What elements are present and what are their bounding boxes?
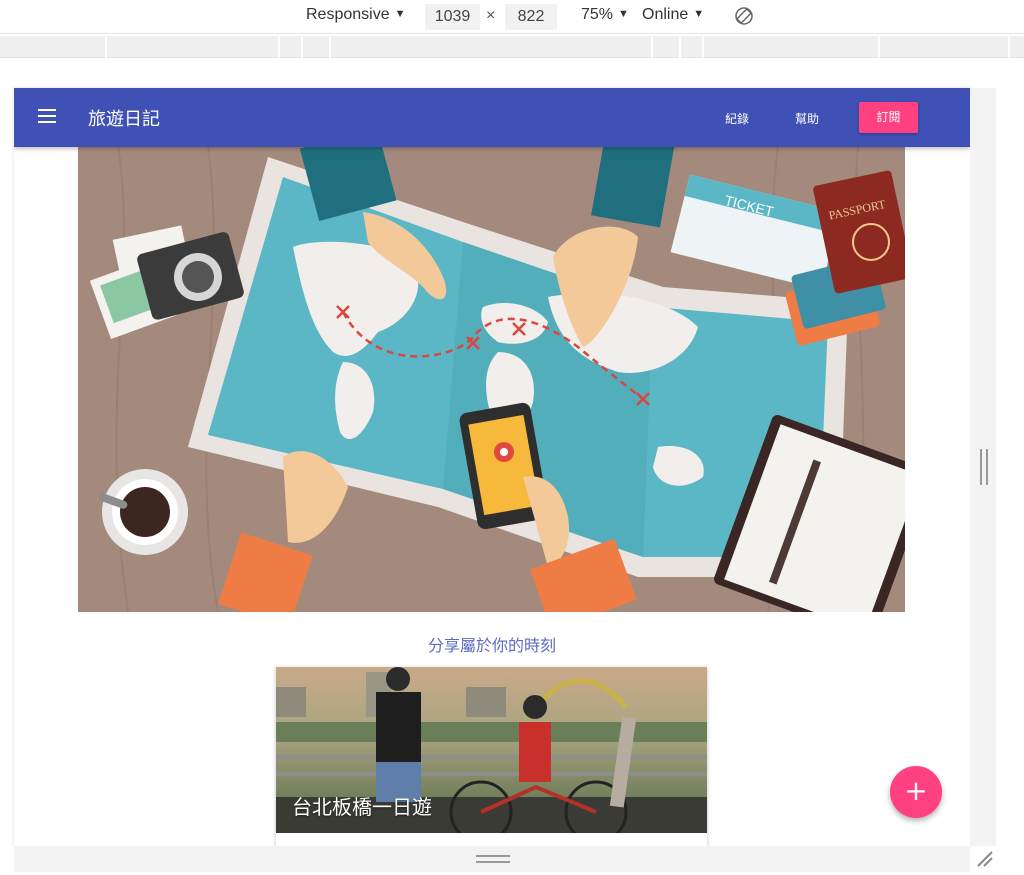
app-bar: 旅遊日記 紀錄 幫助 訂閱 <box>14 88 970 147</box>
nav-link-records[interactable]: 紀錄 <box>725 110 749 127</box>
caret-down-icon: ▼ <box>693 8 705 20</box>
device-selector[interactable]: Responsive ▼ <box>306 6 406 24</box>
zoom-selector[interactable]: 75% ▼ <box>581 6 629 24</box>
bottom-resize-handle[interactable] <box>476 855 510 863</box>
nav-link-help[interactable]: 幫助 <box>795 110 819 127</box>
zoom-label: 75% <box>581 6 614 23</box>
menu-icon[interactable] <box>38 109 56 123</box>
caret-down-icon: ▼ <box>394 8 406 20</box>
device-label: Responsive <box>306 6 390 23</box>
story-card[interactable]: 台北板橋一日遊 <box>276 667 707 846</box>
right-resize-handle[interactable] <box>980 449 988 485</box>
tagline: 分享屬於你的時刻 <box>427 636 556 655</box>
network-selector[interactable]: Online ▼ <box>642 6 704 24</box>
add-fab-button[interactable]: + <box>890 766 942 818</box>
page-viewport: 旅遊日記 紀錄 幫助 訂閱 TICKET PASSPORT 分享屬於你的時刻 台… <box>14 88 970 846</box>
card-title: 台北板橋一日遊 <box>292 795 432 819</box>
rotate-icon[interactable] <box>733 5 755 27</box>
corner-resize-handle-icon[interactable] <box>974 848 994 868</box>
width-input[interactable]: 1039 <box>425 4 480 30</box>
caret-down-icon: ▼ <box>618 8 629 20</box>
media-query-ruler <box>0 36 1024 58</box>
network-label: Online <box>642 6 689 23</box>
subscribe-button[interactable]: 訂閱 <box>859 102 918 133</box>
hero-illustration: TICKET PASSPORT <box>78 147 905 612</box>
app-title: 旅遊日記 <box>88 109 160 130</box>
height-input[interactable]: 822 <box>505 4 557 30</box>
device-stage: 旅遊日記 紀錄 幫助 訂閱 TICKET PASSPORT 分享屬於你的時刻 台… <box>0 58 1024 875</box>
devtools-toolbar: Responsive ▼ 1039 × 822 75% ▼ Online ▼ <box>0 0 1024 34</box>
dimension-separator: × <box>486 7 496 24</box>
